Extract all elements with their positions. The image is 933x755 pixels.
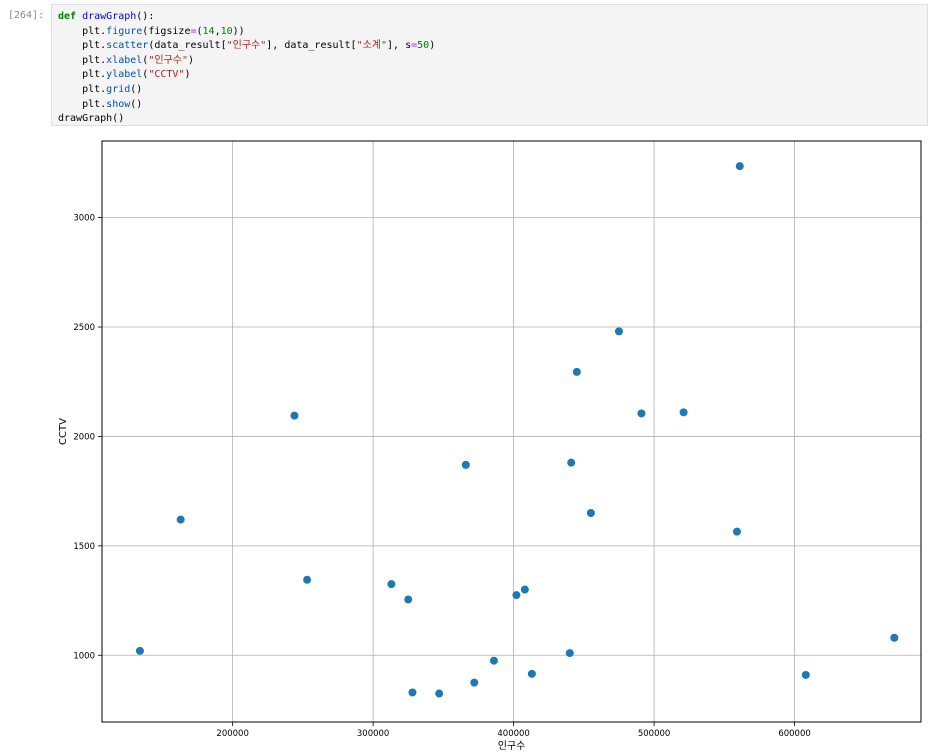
scatter-point	[527, 669, 536, 678]
code-token: )	[429, 40, 436, 52]
x-tick-label: 600000	[778, 729, 810, 739]
scatter-point	[404, 595, 413, 604]
x-axis-label: 인구수	[498, 740, 526, 751]
x-tick-label: 400000	[497, 729, 529, 739]
code-token: grid	[106, 83, 131, 95]
scatter-point	[135, 646, 144, 655]
code-token: drawGraph	[82, 11, 137, 22]
scatter-point	[489, 656, 498, 665]
scatter-point	[890, 633, 899, 642]
scatter-points	[135, 162, 899, 698]
code-token: )	[184, 69, 191, 81]
code-line: def drawGraph():	[58, 10, 921, 25]
code-line: plt.scatter(data_result["인구수"], data_res…	[58, 39, 921, 54]
code-token: show	[106, 98, 131, 110]
scatter-point	[732, 527, 741, 536]
scatter-point	[387, 580, 396, 589]
code-token: ()	[130, 83, 143, 95]
scatter-point	[435, 689, 444, 698]
code-line: plt.grid()	[58, 83, 921, 98]
code-token: 14	[202, 25, 215, 37]
scatter-point	[679, 408, 688, 417]
scatter-point	[801, 670, 810, 679]
code-token: ], data_result[	[266, 40, 357, 52]
code-token: plt.	[58, 25, 107, 37]
scatter-point	[470, 678, 479, 687]
y-tick-label: 1500	[73, 542, 95, 552]
scatter-point	[565, 649, 574, 658]
code-token: figure	[106, 25, 143, 37]
code-token: "인구수"	[226, 40, 267, 52]
x-tick-label: 300000	[357, 729, 389, 739]
plot-area-frame	[101, 140, 922, 723]
scatter-point	[290, 411, 299, 420]
scatter-point	[520, 585, 529, 594]
code-token: xlabel	[106, 54, 143, 66]
code-line: plt.show()	[58, 98, 921, 113]
code-token: scatter	[106, 40, 149, 52]
y-tick-label: 1000	[73, 651, 95, 661]
scatter-point	[408, 688, 417, 697]
y-axis-label: CCTV	[58, 418, 69, 445]
code-token: "소계"	[356, 40, 388, 52]
code-line: plt.ylabel("CCTV")	[58, 68, 921, 83]
scatter-point	[614, 327, 623, 336]
code-token: plt.	[58, 69, 107, 81]
code-token: plt.	[58, 40, 107, 52]
scatter-point	[176, 515, 185, 524]
code-token: plt.	[58, 83, 107, 95]
cell-output: 200000 300000 400000 500000 600000 1000 1500 20…	[0, 130, 933, 752]
scatter-point	[461, 460, 470, 469]
code-line: plt.figure(figsize=(14,10))	[58, 25, 921, 40]
code-token: 50	[417, 40, 430, 52]
y-tick-label: 3000	[73, 214, 95, 224]
code-line: plt.xlabel("인구수")	[58, 54, 921, 69]
scatter-point	[567, 458, 576, 467]
scatter-point	[572, 367, 581, 376]
x-tick-label: 500000	[638, 729, 670, 739]
code-token: ylabel	[106, 69, 143, 81]
code-cell[interactable]: def drawGraph(): plt.figure(figsize=(14,…	[51, 4, 928, 126]
y-tick-label: 2500	[73, 323, 95, 333]
scatter-point	[303, 575, 312, 584]
grid-lines	[102, 141, 921, 722]
code-token: (figsize	[142, 25, 191, 37]
code-token: "CCTV"	[148, 69, 185, 81]
scatter-point	[735, 162, 744, 171]
code-token: 10	[220, 25, 233, 37]
scatter-chart: 200000 300000 400000 500000 600000 1000 1500 20…	[58, 140, 922, 752]
scatter-point	[637, 409, 646, 418]
code-token: ], s	[387, 40, 412, 52]
scatter-point	[512, 591, 521, 600]
axis-ticks: 200000 300000 400000 500000 600000 1000 1500 20…	[73, 214, 810, 739]
code-token: (data_result[	[148, 40, 227, 52]
code-token: drawGraph()	[58, 113, 125, 125]
cell-prompt: [264]:	[8, 10, 45, 21]
x-tick-label: 200000	[216, 729, 248, 739]
scatter-point	[586, 509, 595, 518]
code-line: drawGraph()	[58, 112, 921, 127]
code-token: ))	[232, 25, 245, 37]
code-token: "인구수"	[148, 54, 188, 66]
code-token: ()	[130, 98, 143, 110]
code-token: plt.	[58, 54, 107, 66]
code-token: def	[58, 11, 77, 22]
code-token: ():	[136, 11, 155, 22]
y-tick-label: 2000	[73, 432, 95, 442]
code-token: plt.	[58, 98, 107, 110]
code-token: )	[187, 54, 195, 66]
